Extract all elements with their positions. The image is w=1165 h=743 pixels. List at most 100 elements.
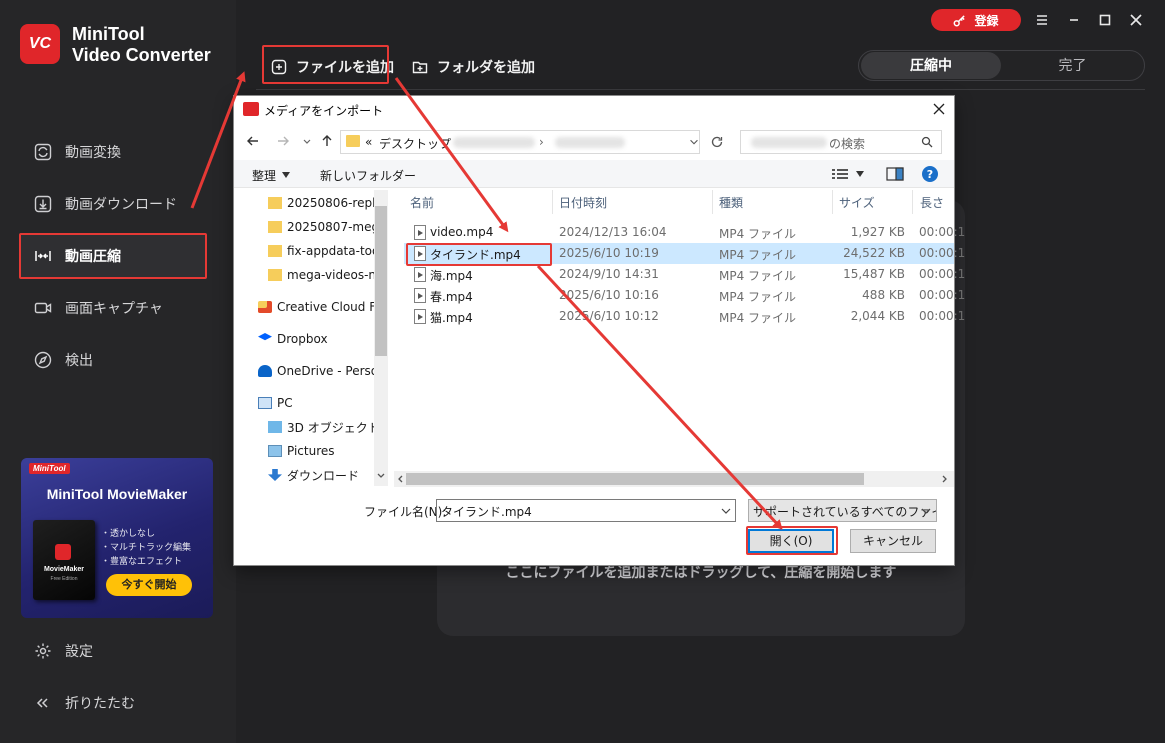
chevron-down-icon[interactable] bbox=[856, 171, 864, 177]
downloads-icon bbox=[268, 469, 282, 481]
filename-label: ファイル名(N): bbox=[364, 505, 447, 519]
forward-arrow-icon[interactable] bbox=[276, 134, 290, 148]
tree-item[interactable]: Creative Cloud File bbox=[234, 296, 374, 318]
cancel-button[interactable]: キャンセル bbox=[850, 529, 936, 553]
organize-menu[interactable]: 整理 bbox=[252, 167, 276, 184]
search-icon bbox=[921, 136, 933, 148]
tree-item[interactable]: ダウンロード bbox=[234, 464, 374, 486]
help-icon[interactable]: ? bbox=[922, 166, 938, 182]
dialog-close-icon[interactable] bbox=[932, 102, 946, 116]
collapse-button[interactable]: 折りたたむ bbox=[20, 681, 206, 725]
scroll-down-icon[interactable] bbox=[377, 473, 385, 479]
app-logo-icon: VC bbox=[20, 24, 60, 64]
tree-item[interactable]: fix-appdata-too bbox=[234, 240, 374, 262]
search-input[interactable]: の検索 bbox=[740, 130, 942, 154]
promo-features: ・透かしなし ・マルチトラック編集 ・豊富なエフェクト bbox=[101, 528, 192, 566]
column-name[interactable]: 名前 bbox=[410, 194, 434, 211]
blurred-path-segment bbox=[453, 137, 535, 148]
sidebar-item-discover[interactable]: 検出 bbox=[20, 338, 206, 382]
pc-icon bbox=[258, 397, 272, 409]
app-name: MiniTool Video Converter bbox=[72, 24, 211, 65]
command-bar: 整理 新しいフォルダー ? bbox=[234, 160, 954, 188]
sidebar-item-convert[interactable]: 動画変換 bbox=[20, 130, 206, 174]
tree-item[interactable]: OneDrive - Persor bbox=[234, 360, 374, 382]
column-type[interactable]: 種類 bbox=[719, 194, 743, 211]
video-file-icon bbox=[414, 309, 426, 324]
video-file-icon bbox=[414, 288, 426, 303]
navigation-tree: 20250806-replay 20250807-mega- fix-appda… bbox=[234, 190, 374, 486]
back-arrow-icon[interactable] bbox=[246, 134, 260, 148]
add-folder-button[interactable]: フォルダを追加 bbox=[412, 56, 535, 78]
file-row[interactable]: 海.mp4 2024/9/10 14:31 MP4 ファイル 15,487 KB… bbox=[404, 264, 965, 285]
video-file-icon bbox=[414, 267, 426, 282]
refresh-icon[interactable] bbox=[710, 135, 724, 149]
tree-item[interactable]: 3D オブジェクト bbox=[234, 416, 374, 438]
folder-icon bbox=[268, 269, 282, 281]
scroll-left-icon[interactable] bbox=[397, 475, 403, 483]
minimize-icon[interactable] bbox=[1066, 12, 1082, 28]
gear-icon bbox=[35, 643, 51, 659]
column-length[interactable]: 長さ bbox=[920, 194, 944, 211]
moviemaker-promo[interactable]: MiniTool MiniTool MovieMaker MovieMaker … bbox=[21, 458, 213, 618]
preview-pane-icon[interactable] bbox=[886, 167, 904, 181]
start-now-button[interactable]: 今すぐ開始 bbox=[106, 574, 192, 596]
view-options-icon[interactable] bbox=[832, 168, 848, 180]
register-button[interactable]: 登録 bbox=[931, 9, 1021, 31]
highlight-box-compress bbox=[19, 233, 207, 279]
chevron-down-icon bbox=[921, 508, 931, 514]
moviemaker-logo-icon bbox=[55, 544, 71, 560]
new-folder-button[interactable]: 新しいフォルダー bbox=[320, 167, 416, 184]
add-folder-icon bbox=[412, 61, 428, 74]
sidebar: VC MiniTool Video Converter 動画変換 動画ダウンロー… bbox=[0, 0, 236, 743]
file-type-filter-select[interactable]: サポートされているすべてのファイル ( bbox=[748, 499, 937, 522]
tree-item[interactable]: mega-videos-nc bbox=[234, 264, 374, 286]
close-icon[interactable] bbox=[1128, 12, 1144, 28]
column-date[interactable]: 日付時刻 bbox=[559, 194, 607, 211]
promo-title: MiniTool MovieMaker bbox=[46, 486, 188, 502]
settings-button[interactable]: 設定 bbox=[20, 629, 206, 673]
tree-item[interactable]: PC bbox=[234, 392, 374, 414]
compass-icon bbox=[34, 351, 52, 369]
highlight-box-add-file bbox=[262, 45, 389, 84]
dropdown-chevron-icon[interactable] bbox=[300, 134, 314, 148]
highlight-box-selected-file bbox=[406, 243, 552, 266]
scroll-right-icon[interactable] bbox=[942, 475, 948, 483]
sidebar-item-label: 動画変換 bbox=[65, 144, 121, 160]
tab-completed[interactable]: 完了 bbox=[1001, 52, 1144, 79]
chevron-down-icon[interactable] bbox=[721, 507, 731, 515]
tab-compressing[interactable]: 圧縮中 bbox=[861, 52, 1001, 79]
sidebar-item-label: 動画ダウンロード bbox=[65, 196, 177, 212]
breadcrumb-desktop[interactable]: デスクトップ bbox=[379, 135, 451, 152]
file-row[interactable]: 春.mp4 2025/6/10 10:16 MP4 ファイル 488 KB 00… bbox=[404, 285, 965, 306]
file-row[interactable]: video.mp4 2024/12/13 16:04 MP4 ファイル 1,92… bbox=[404, 222, 965, 243]
tree-scrollbar[interactable] bbox=[374, 190, 388, 486]
pictures-icon bbox=[268, 445, 282, 457]
sidebar-item-label: 画面キャプチャ bbox=[65, 300, 163, 316]
sidebar-item-download[interactable]: 動画ダウンロード bbox=[20, 182, 206, 226]
address-dropdown-icon[interactable] bbox=[688, 136, 700, 148]
file-list-hscrollbar[interactable] bbox=[394, 471, 954, 487]
key-icon bbox=[954, 14, 966, 26]
status-tabs: 圧縮中 完了 bbox=[858, 50, 1145, 81]
blurred-path-segment bbox=[555, 137, 625, 148]
tree-item[interactable]: 20250807-mega- bbox=[234, 216, 374, 238]
creative-cloud-icon bbox=[258, 301, 272, 313]
up-arrow-icon[interactable] bbox=[320, 134, 334, 148]
video-file-icon bbox=[414, 225, 426, 240]
promo-badge: MiniTool bbox=[29, 463, 70, 474]
tree-item[interactable]: Pictures bbox=[234, 440, 374, 462]
tree-item[interactable]: 20250806-replay bbox=[234, 192, 374, 214]
download-icon bbox=[34, 195, 52, 213]
dropbox-icon bbox=[258, 333, 272, 341]
dialog-title: メディアをインポート bbox=[264, 104, 384, 118]
onedrive-icon bbox=[258, 365, 272, 377]
column-size[interactable]: サイズ bbox=[839, 194, 875, 211]
menu-icon[interactable] bbox=[1034, 12, 1050, 28]
address-bar[interactable]: « デスクトップ › bbox=[340, 130, 700, 154]
maximize-icon[interactable] bbox=[1097, 12, 1113, 28]
convert-icon bbox=[34, 143, 52, 161]
tree-item[interactable]: Dropbox bbox=[234, 328, 374, 350]
filename-input[interactable]: タイランド.mp4 bbox=[436, 499, 736, 522]
file-row[interactable]: 猫.mp4 2025/6/10 10:12 MP4 ファイル 2,044 KB … bbox=[404, 306, 965, 327]
sidebar-item-capture[interactable]: 画面キャプチャ bbox=[20, 286, 206, 330]
